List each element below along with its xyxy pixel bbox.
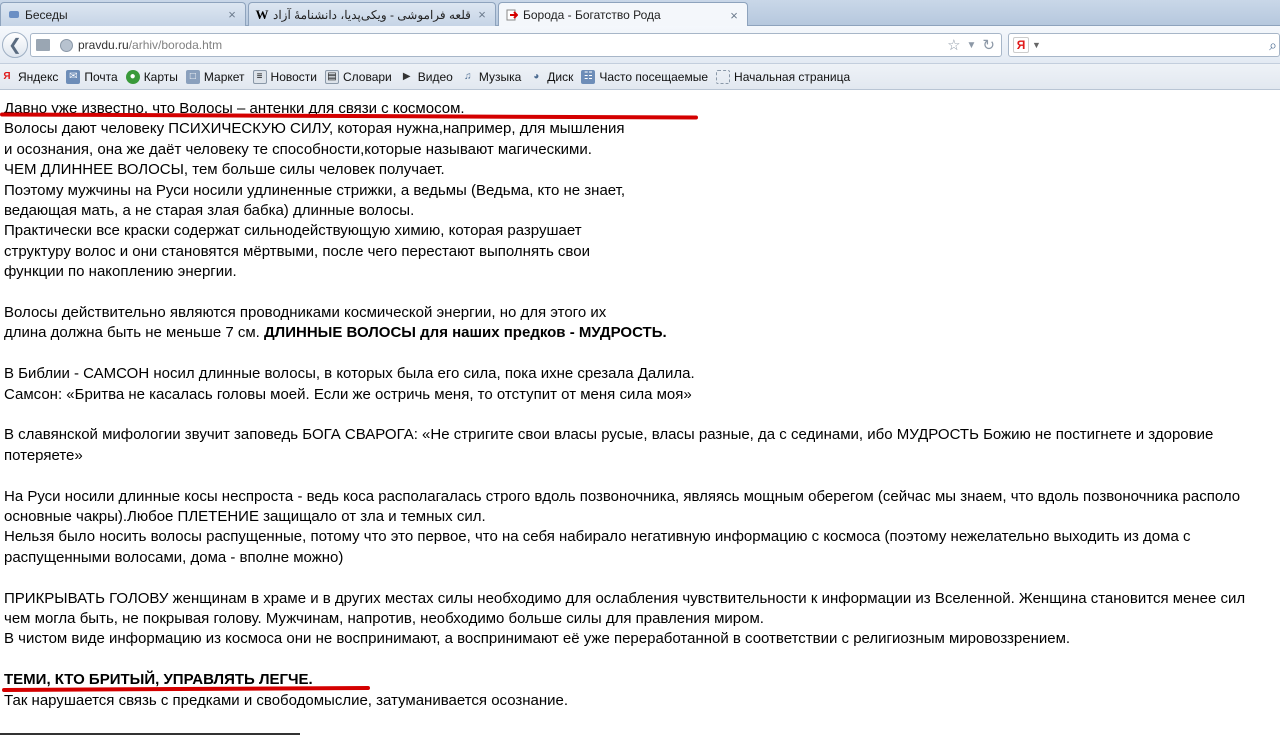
bookmark-music[interactable]: ♫ Музыка: [461, 70, 525, 84]
text-line: Самсон: «Бритва не касалась головы моей.…: [4, 385, 692, 403]
text-line: В чистом виде информацию из космоса они …: [4, 630, 1071, 648]
bookmarks-toolbar: Я Яндекс ✉ Почта ● Карты □ Маркет ≡ Ново…: [0, 64, 1280, 90]
bookmark-yandex[interactable]: Я Яндекс: [0, 70, 62, 84]
text-line: ПРИКРЫВАТЬ ГОЛОВУ женщинам в храме и в д…: [4, 589, 1246, 607]
text-line: В Библии - САМСОН носил длинные волосы, …: [4, 365, 695, 383]
tab-boroda[interactable]: Борода - Богатство Рода ×: [498, 2, 748, 27]
text-line: основные чакры).Любое ПЛЕТЕНИЕ защищало …: [4, 508, 486, 526]
tab-title: Беседы: [25, 7, 68, 22]
close-tab-icon[interactable]: ×: [727, 8, 741, 23]
bold-statement: ДЛИННЫЕ ВОЛОСЫ для наших предков - МУДРО…: [264, 324, 667, 342]
page-icon: [716, 69, 731, 84]
bookmark-news[interactable]: ≡ Новости: [252, 69, 321, 84]
bookmark-maps[interactable]: ● Карты: [125, 69, 182, 84]
search-bar[interactable]: Я ▼ ⌕: [1008, 33, 1280, 57]
disk-icon: ◕: [533, 71, 540, 82]
text-line: Так нарушается связь с предками и свобод…: [4, 691, 569, 709]
reload-icon[interactable]: ↻: [982, 36, 995, 54]
dictionary-icon: ▤: [324, 69, 339, 84]
wikipedia-icon: W: [255, 6, 269, 22]
page-content: Давно уже известно, что Волосы – антенки…: [0, 91, 1280, 735]
yandex-icon: Я: [3, 71, 11, 82]
text-line: Поэтому мужчины на Руси носили удлиненны…: [4, 181, 626, 199]
bookmark-frequent[interactable]: ☷ Часто посещаемые: [581, 69, 712, 84]
search-icon[interactable]: ⌕: [1269, 37, 1277, 54]
frequent-icon: ☷: [581, 69, 596, 84]
text-line: функции по накоплению энергии.: [4, 263, 237, 281]
chat-icon: [7, 8, 21, 22]
text-line: Нельзя было носить волосы распущенные, п…: [4, 528, 1191, 546]
bookmark-star-icon[interactable]: ☆: [947, 36, 960, 54]
url-text[interactable]: pravdu.ru/arhiv/boroda.htm: [78, 38, 222, 52]
tab-besedy[interactable]: Беседы ×: [0, 2, 246, 26]
text-line: На Руси носили длинные косы неспроста - …: [4, 487, 1241, 505]
tab-title: قلعه فراموشی - ویکی‌پدیا، دانشنامهٔ آزاد: [273, 7, 471, 22]
music-icon: ♫: [464, 71, 472, 82]
text-line: Волосы дают человеку ПСИХИЧЕСКУЮ СИЛУ, к…: [4, 120, 625, 138]
dropdown-arrow-icon[interactable]: ▼: [967, 40, 977, 51]
site-identity-icon[interactable]: [60, 38, 73, 52]
text-line: распущенными волосами, дома - вполне мож…: [4, 548, 344, 566]
text-line: ЧЕМ ДЛИННЕЕ ВОЛОСЫ, тем больше силы чело…: [4, 161, 445, 179]
close-tab-icon[interactable]: ×: [225, 7, 239, 22]
tab-title: Борода - Богатство Рода: [523, 8, 661, 22]
mail-icon: ✉: [66, 69, 81, 84]
video-icon: ▶: [402, 71, 411, 82]
address-bar[interactable]: pravdu.ru/arhiv/boroda.htm ☆ ▼ ↻: [30, 33, 1002, 57]
text-line: длина должна быть не меньше 7 см. ДЛИННЫ…: [4, 324, 667, 342]
text-line: ведающая мать, а не старая злая бабка) д…: [4, 202, 415, 220]
maps-icon: ●: [125, 69, 140, 84]
back-arrow-icon: ❮: [8, 37, 22, 54]
text-line: Волосы действительно являются проводника…: [4, 304, 607, 322]
back-button[interactable]: ❮: [2, 32, 28, 58]
bookmark-disk[interactable]: ◕ Диск: [529, 70, 577, 84]
news-icon: ≡: [252, 69, 267, 84]
text-line: В славянской мифологии звучит заповедь Б…: [4, 426, 1214, 444]
text-line: и осознания, она же даёт человеку те спо…: [4, 140, 592, 158]
search-engine-dropdown-icon[interactable]: ▼: [1032, 40, 1041, 50]
apps-icon[interactable]: [36, 39, 50, 51]
tab-strip: Беседы × W قلعه فراموشی - ویکی‌پدیا، دان…: [0, 0, 1280, 27]
text-line: потеряете»: [4, 446, 83, 464]
market-icon: □: [185, 69, 200, 84]
bookmark-mail[interactable]: ✉ Почта: [66, 69, 121, 84]
bookmark-start-page[interactable]: Начальная страница: [716, 69, 854, 84]
close-tab-icon[interactable]: ×: [475, 7, 489, 22]
text-line: структуру волос и они становятся мёртвым…: [4, 242, 590, 260]
navigation-toolbar: ❮ pravdu.ru/arhiv/boroda.htm ☆ ▼ ↻ Я ▼ ⌕: [0, 26, 1280, 64]
article-body: Давно уже известно, что Волосы – антенки…: [4, 99, 1280, 711]
arrow-page-icon: [505, 8, 519, 22]
text-line: чем могла быть, не покрывая голову. Мужч…: [4, 610, 764, 628]
bookmark-dictionaries[interactable]: ▤ Словари: [324, 69, 396, 84]
text-line: Практически все краски содержат сильноде…: [4, 222, 582, 240]
tab-wikipedia[interactable]: W قلعه فراموشی - ویکی‌پدیا، دانشنامهٔ آز…: [248, 2, 496, 26]
bookmark-market[interactable]: □ Маркет: [185, 69, 249, 84]
yandex-search-icon[interactable]: Я: [1013, 37, 1029, 53]
bookmark-video[interactable]: ▶ Видео: [400, 70, 457, 84]
